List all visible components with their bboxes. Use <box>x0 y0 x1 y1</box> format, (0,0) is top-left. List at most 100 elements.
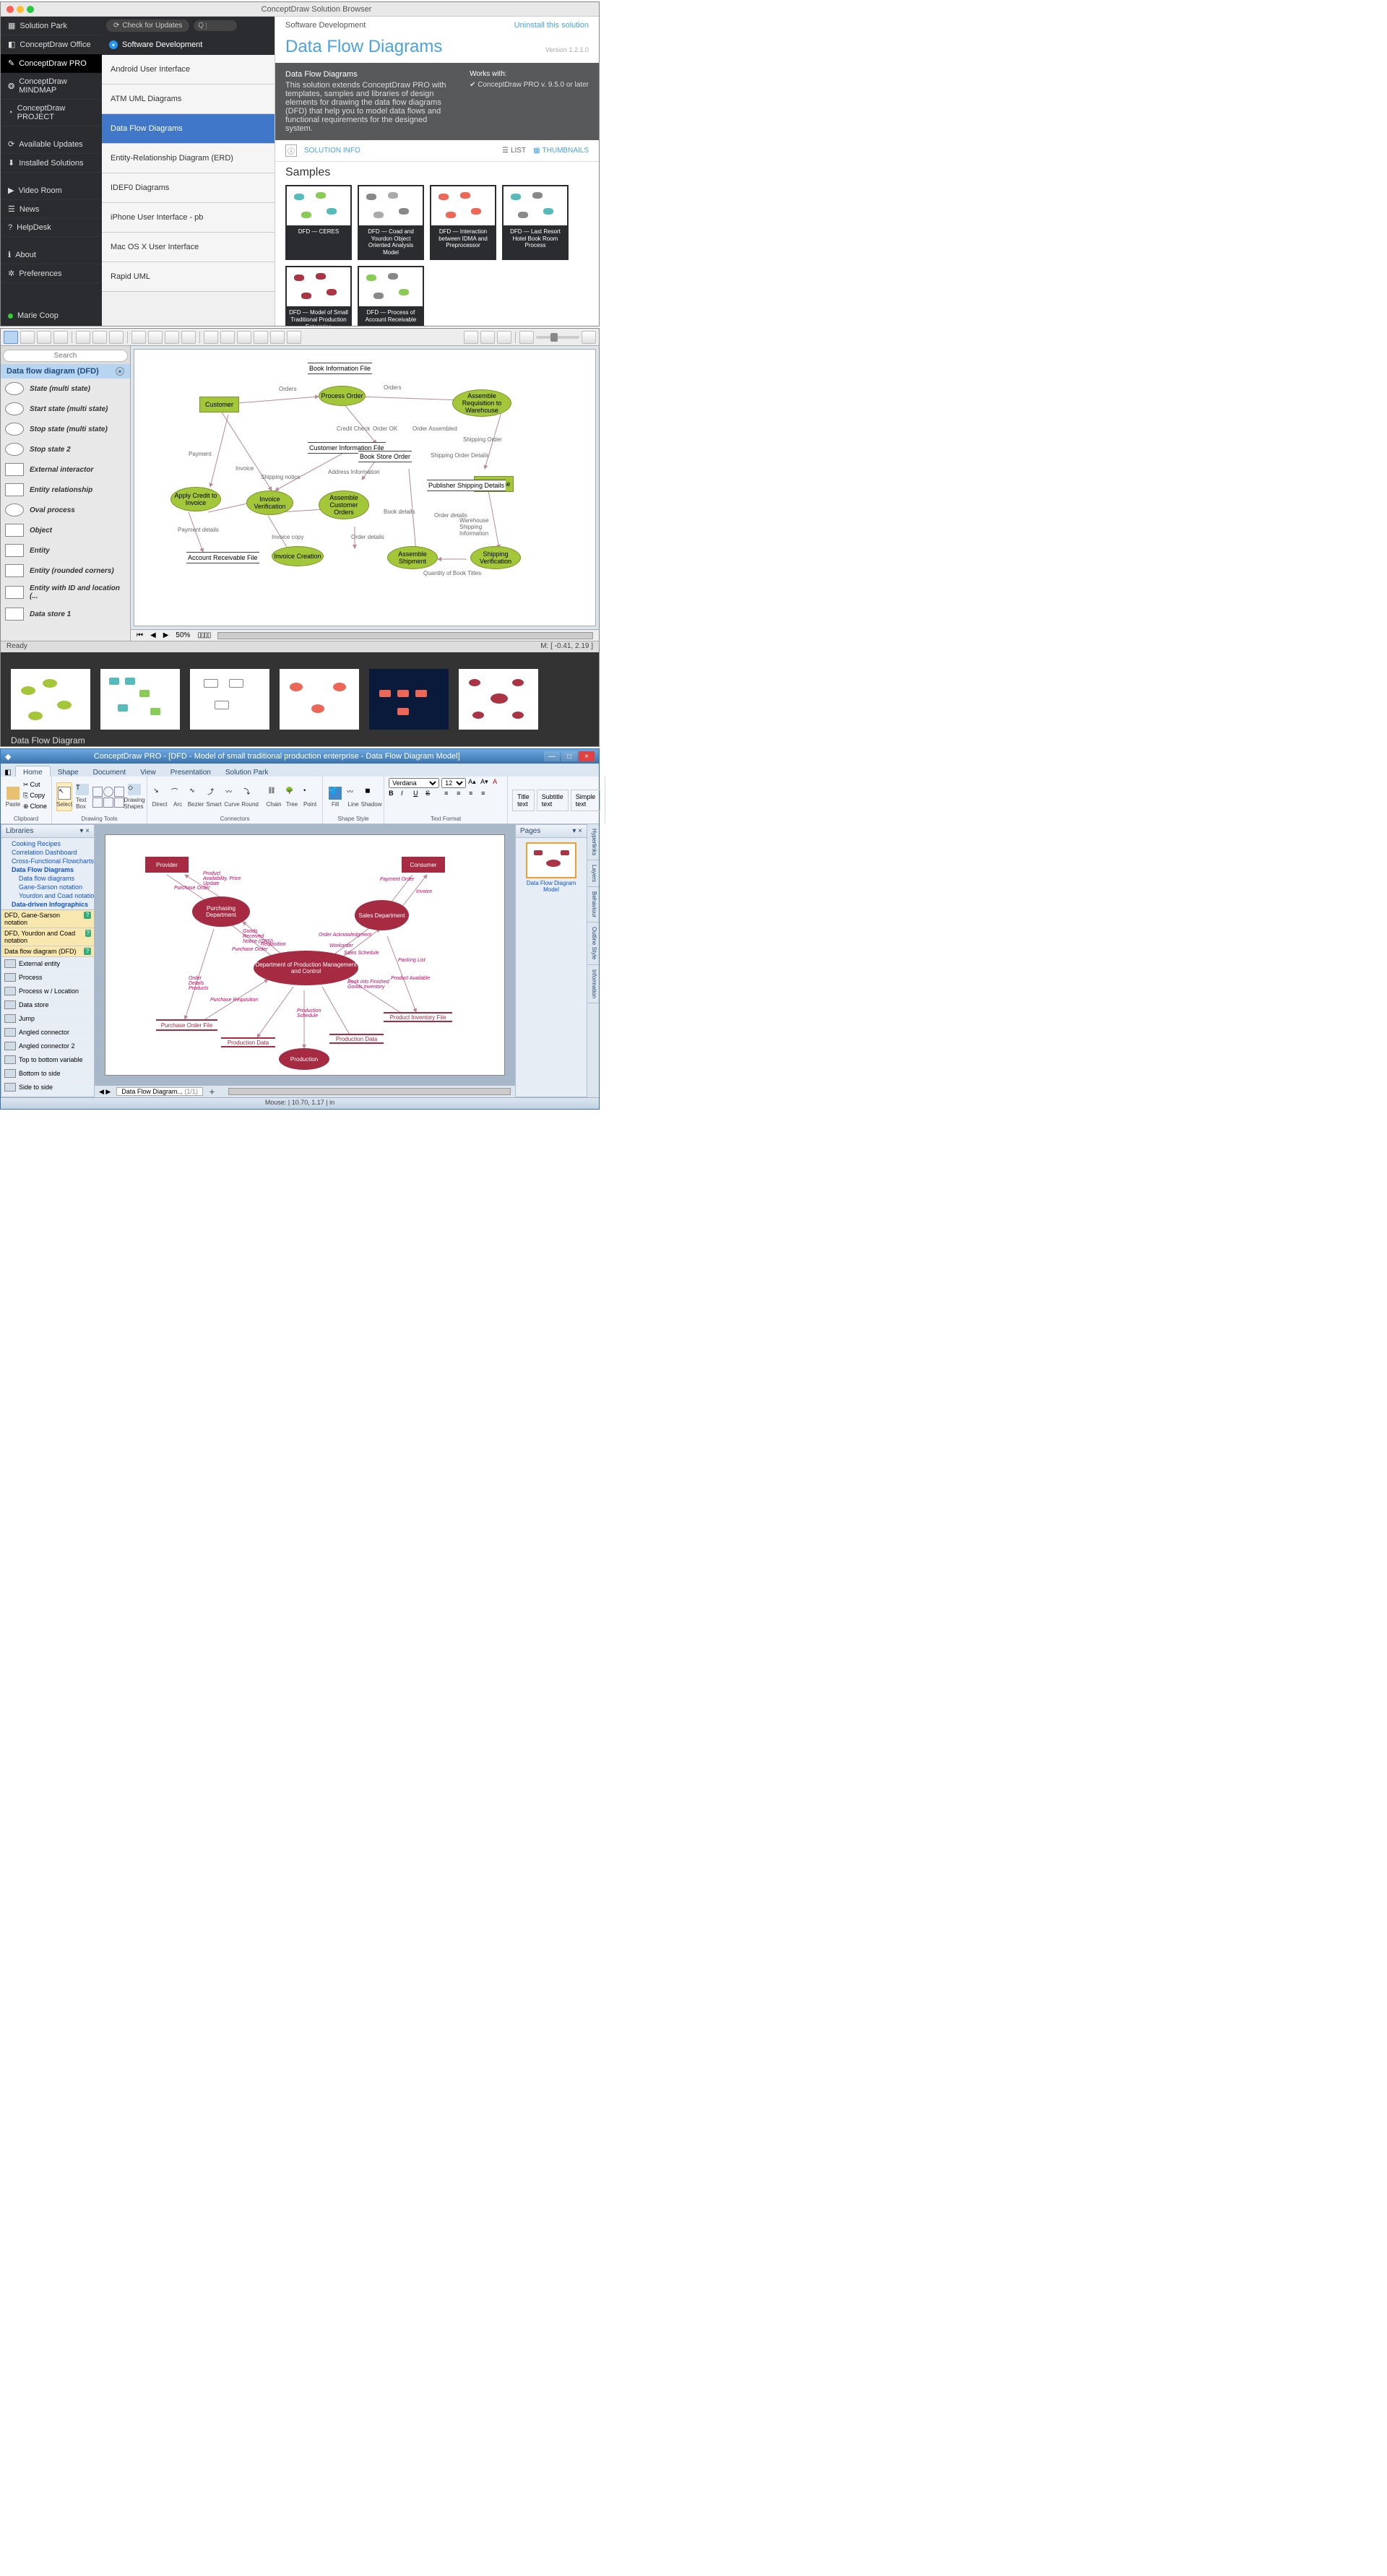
nav-item[interactable]: ◧ConceptDraw Office <box>1 35 102 54</box>
nav-item[interactable]: ◔ConceptDraw PROJECT <box>1 100 102 126</box>
library-shape[interactable]: Oval process <box>1 500 130 520</box>
side-tab[interactable]: Outline Style <box>587 922 599 964</box>
connector-tool[interactable] <box>76 331 90 344</box>
solution-item[interactable]: Data Flow Diagrams <box>102 114 275 144</box>
zoom-in-tool[interactable] <box>464 331 478 344</box>
tree-item[interactable]: Cooking Recipes <box>4 839 91 848</box>
diagram-canvas[interactable]: Book Information File Customer Process O… <box>134 349 596 626</box>
breadcrumb[interactable]: Software Development <box>285 21 366 30</box>
shape-line-icon[interactable] <box>114 787 124 797</box>
nav-item[interactable]: ⬇Installed Solutions <box>1 154 102 173</box>
maximize-icon[interactable] <box>27 6 34 13</box>
tree-tool[interactable] <box>148 331 163 344</box>
tree-item[interactable]: Cross-Functional Flowcharts <box>4 857 91 865</box>
pointer-tool[interactable] <box>4 331 18 344</box>
zoom-value[interactable]: 50% <box>176 631 190 639</box>
close-library-icon[interactable]: × <box>116 367 124 376</box>
file-acct-recv[interactable]: Account Receivable File <box>186 552 259 563</box>
arc-connector[interactable]: ⌒Arc <box>170 782 186 811</box>
tree-item[interactable]: Gane-Sarson notation <box>4 883 91 891</box>
gallery-item[interactable] <box>459 669 538 730</box>
zoom-in-button[interactable] <box>582 331 596 344</box>
line-tool[interactable] <box>92 331 107 344</box>
help-icon[interactable]: ? <box>84 912 91 919</box>
library-shape[interactable]: Angled connector 2 <box>1 1040 94 1053</box>
solution-item[interactable]: IDEF0 Diagrams <box>102 173 275 203</box>
file-pub-ship[interactable]: Publisher Shipping Details <box>427 480 506 491</box>
nav-item[interactable]: ▦Solution Park <box>1 17 102 35</box>
underline-button[interactable]: U <box>413 790 423 800</box>
library-shape[interactable]: Entity with ID and location (... <box>1 581 130 604</box>
h-scrollbar[interactable] <box>217 632 593 639</box>
clone-button[interactable]: ⊕Clone <box>23 803 47 813</box>
point-button[interactable]: •Point <box>302 782 318 811</box>
file-menu-button[interactable]: ◧ <box>1 769 15 777</box>
category-header[interactable]: ▾ Software Development <box>102 35 275 55</box>
sample-card[interactable]: DFD — Interaction between IDMA and Prepr… <box>430 185 496 260</box>
library-shape[interactable]: Stop state 2 <box>1 439 130 459</box>
arc-tool[interactable] <box>109 331 124 344</box>
close-icon[interactable] <box>7 6 14 13</box>
gallery-item[interactable] <box>190 669 269 730</box>
close-button[interactable]: × <box>579 751 595 761</box>
solution-item[interactable]: Rapid UML <box>102 262 275 292</box>
subtitle-text-preset[interactable]: Subtitle text <box>537 790 569 811</box>
chain-tool[interactable] <box>131 331 146 344</box>
font-size-select[interactable]: 12 <box>441 778 466 788</box>
nav-item[interactable]: ✲Preferences <box>1 264 102 283</box>
tree-button[interactable]: 🌳Tree <box>284 782 300 811</box>
h-scrollbar[interactable] <box>228 1088 511 1095</box>
nav-item[interactable]: ?HelpDesk <box>1 219 102 237</box>
ext-provider[interactable]: Provider <box>145 857 189 873</box>
align-left-tool[interactable] <box>204 331 218 344</box>
rect-tool[interactable] <box>20 331 35 344</box>
shadow-button[interactable]: ◼Shadow <box>363 782 379 811</box>
ellipse-tool[interactable] <box>53 331 68 344</box>
panel-menu-icon[interactable]: ▾ × <box>79 827 90 835</box>
library-category[interactable]: Data flow diagram (DFD)? <box>1 946 94 957</box>
library-category[interactable]: DFD, Gane-Sarson notation? <box>1 910 94 928</box>
library-shape[interactable]: Entity (rounded corners) <box>1 561 130 581</box>
nav-item[interactable]: ℹAbout <box>1 246 102 264</box>
smart-connector[interactable]: ⤴Smart <box>206 782 222 811</box>
textbox-tool[interactable]: TText Box <box>74 782 90 811</box>
library-header[interactable]: Data flow diagram (DFD) × <box>1 364 130 379</box>
align-left-icon[interactable]: ≡ <box>444 790 454 800</box>
proc-assemble-req[interactable]: Assemble Requisition to Warehouse <box>452 389 511 417</box>
group-tool[interactable] <box>165 331 179 344</box>
drawing-shapes-button[interactable]: ◇Drawing Shapes <box>126 782 142 811</box>
sheet-nav-icon[interactable]: ◀ ▶ <box>99 1088 111 1096</box>
strike-button[interactable]: S <box>425 790 436 800</box>
check-updates-button[interactable]: ⟳ Check for Updates <box>106 20 189 32</box>
minimize-icon[interactable] <box>17 6 24 13</box>
rounded-rect-tool[interactable] <box>37 331 51 344</box>
nav-item[interactable]: ⟳Available Updates <box>1 135 102 154</box>
gallery-item[interactable] <box>369 669 449 730</box>
side-tab[interactable]: Information <box>587 965 599 1003</box>
library-shape[interactable]: Object <box>1 520 130 540</box>
tree-item[interactable]: Correlation Dashboard <box>4 848 91 857</box>
diagram-canvas[interactable]: Provider Consumer Purchasing Department … <box>105 834 505 1076</box>
library-shape[interactable]: Process w / Location <box>1 985 94 998</box>
align-center-icon[interactable]: ≡ <box>457 790 467 800</box>
library-category[interactable]: DFD, Yourdon and Coad notation? <box>1 928 94 946</box>
increase-font-icon[interactable]: A▴ <box>468 778 478 788</box>
bold-button[interactable]: B <box>389 790 399 800</box>
tree-item[interactable]: Yourdon and Coad notation <box>4 891 91 900</box>
side-tab[interactable]: Layers <box>587 860 599 887</box>
shape-poly-icon[interactable] <box>92 798 103 808</box>
help-icon[interactable]: ? <box>84 948 91 955</box>
library-shape[interactable]: Stop state (multi state) <box>1 419 130 439</box>
user-badge[interactable]: Marie Coop <box>1 306 102 326</box>
rotate-tool[interactable] <box>287 331 301 344</box>
font-select[interactable]: Verdana <box>389 778 439 788</box>
sample-card[interactable]: DFD — Model of Small Traditional Product… <box>285 266 352 326</box>
align-justify-icon[interactable]: ≡ <box>481 790 491 800</box>
proc-purchasing[interactable]: Purchasing Department <box>192 896 250 927</box>
align-center-tool[interactable] <box>220 331 235 344</box>
decrease-font-icon[interactable]: A▾ <box>480 778 491 788</box>
sample-card[interactable]: DFD — Last Resort Hotel Book Room Proces… <box>502 185 569 260</box>
add-sheet-icon[interactable]: ＋ <box>209 1087 215 1097</box>
curve-connector[interactable]: 〰Curve <box>224 782 240 811</box>
italic-button[interactable]: I <box>401 790 411 800</box>
